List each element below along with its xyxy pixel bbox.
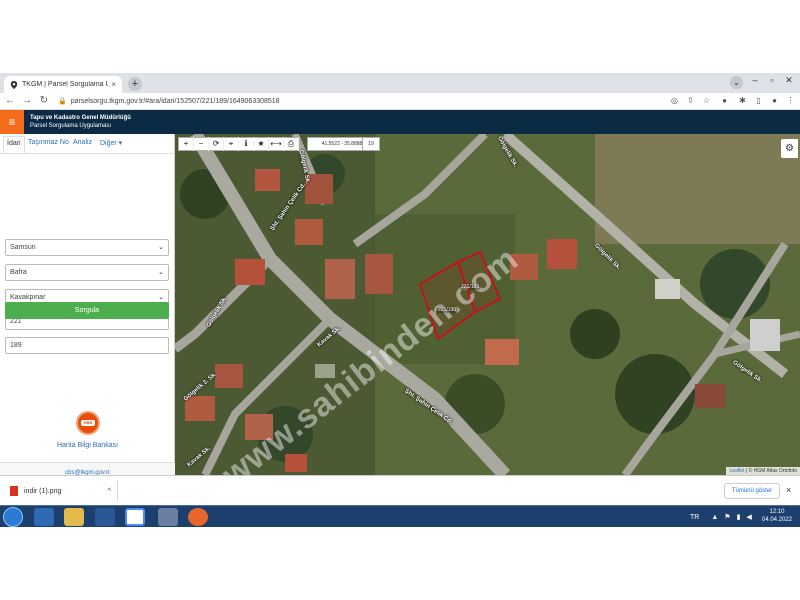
- chrome-menu-icon[interactable]: ⋮: [786, 96, 795, 105]
- attribution-text: | © HGM Atlas Ortofoto: [744, 468, 797, 474]
- print-icon[interactable]: ⎙: [284, 137, 299, 151]
- bookmark-star-icon[interactable]: ☆: [702, 96, 711, 105]
- hbb-logo-icon[interactable]: HBB: [76, 411, 100, 435]
- close-download-bar-icon[interactable]: ×: [786, 485, 791, 495]
- tab-close-icon[interactable]: ×: [111, 80, 116, 89]
- browser-tab-strip: TKGM | Parsel Sorgulama Uygula... × + ⌄ …: [0, 73, 800, 93]
- forward-icon[interactable]: →: [21, 95, 33, 106]
- zoom-out-icon[interactable]: −: [194, 137, 209, 151]
- reload-icon[interactable]: ↻: [38, 95, 50, 106]
- tab-tasinmaz-no[interactable]: Taşınmaz No: [28, 139, 69, 146]
- share-icon[interactable]: ⇪: [686, 96, 695, 105]
- province-value: Samsun: [10, 244, 36, 251]
- tab-idari[interactable]: İdari: [3, 136, 25, 153]
- flag-icon[interactable]: ⚑: [724, 513, 730, 521]
- query-button[interactable]: Sorgula: [5, 302, 169, 319]
- windows-taskbar: TR ▲ ⚑ ▮ ◀ 12:10 04.04.2022: [0, 505, 800, 527]
- parcel-label-221-190: 221/190: [437, 307, 458, 313]
- back-icon[interactable]: ←: [4, 95, 16, 106]
- system-tray: TR ▲ ⚑ ▮ ◀: [690, 506, 752, 527]
- word-icon[interactable]: [95, 508, 115, 526]
- url-text: parselsorgu.tkgm.gov.tr/#ara/idari/15250…: [70, 98, 280, 105]
- close-window-icon[interactable]: ✕: [782, 75, 796, 86]
- panel-tabs: İdari Taşınmaz No Analiz Diğer ▾: [0, 134, 175, 154]
- chevron-up-icon[interactable]: ^: [108, 488, 111, 495]
- battery-icon[interactable]: ▮: [737, 513, 741, 521]
- media-player-icon[interactable]: [158, 508, 178, 526]
- clock[interactable]: 12:10 04.04.2022: [760, 508, 794, 524]
- tab-analiz[interactable]: Analiz: [73, 139, 92, 146]
- start-button-icon[interactable]: [3, 507, 23, 527]
- gear-icon[interactable]: ⚙: [781, 139, 798, 158]
- download-bar: indir (1).png ^ Tümünü göster ×: [0, 475, 800, 505]
- location-pin-icon: [10, 80, 18, 89]
- chevron-down-icon: ⌄: [158, 269, 164, 276]
- province-select[interactable]: Samsun ⌄: [5, 239, 169, 256]
- measure-icon[interactable]: ⟷: [269, 137, 284, 151]
- download-item[interactable]: indir (1).png ^: [4, 480, 118, 502]
- locate-icon[interactable]: ⌖: [224, 137, 239, 151]
- file-icon: [10, 486, 18, 496]
- neighborhood-value: Kavakpınar: [10, 294, 46, 301]
- browser-tab[interactable]: TKGM | Parsel Sorgulama Uygula... ×: [4, 76, 122, 93]
- chrome-icon[interactable]: [125, 508, 145, 526]
- lock-icon: 🔒: [58, 98, 67, 105]
- google-lens-icon[interactable]: ◎: [670, 96, 679, 105]
- refresh-icon[interactable]: ⟳: [209, 137, 224, 151]
- puzzle-icon[interactable]: ✱: [738, 96, 747, 105]
- zoom-in-icon[interactable]: +: [179, 137, 194, 151]
- url-field[interactable]: 🔒 parselsorgu.tkgm.gov.tr/#ara/idari/1525…: [58, 94, 658, 109]
- block-value: 221: [10, 318, 22, 325]
- tray-arrow-icon[interactable]: ▲: [711, 514, 718, 521]
- chevron-down-icon: ⌄: [158, 244, 164, 251]
- header-title: Tapu ve Kadastro Genel Müdürlüğü Parsel …: [30, 114, 131, 130]
- info-icon[interactable]: ℹ: [239, 137, 254, 151]
- download-file-name: indir (1).png: [24, 487, 62, 495]
- tab-title: TKGM | Parsel Sorgulama Uygula...: [22, 81, 109, 88]
- star-icon[interactable]: ★: [254, 137, 269, 151]
- district-value: Bafra: [10, 269, 27, 276]
- tab-search-icon[interactable]: ⌄: [730, 76, 743, 89]
- new-tab-button[interactable]: +: [128, 77, 142, 91]
- map-attribution: Leaflet | © HGM Atlas Ortofoto: [726, 467, 800, 475]
- tab-diger[interactable]: Diğer ▾: [100, 139, 122, 147]
- volume-icon[interactable]: ◀: [746, 513, 751, 521]
- app-name: Parsel Sorgulama Uygulaması: [30, 123, 112, 129]
- hbb-logo-text: HBB: [81, 420, 95, 426]
- parcel-value: 189: [10, 342, 22, 349]
- show-all-button[interactable]: Tümünü göster: [724, 483, 780, 499]
- app-header: ≡ Tapu ve Kadastro Genel Müdürlüğü Parse…: [0, 110, 800, 134]
- clock-date: 04.04.2022: [761, 517, 793, 523]
- sidebar-icon[interactable]: ▯: [754, 96, 763, 105]
- org-name: Tapu ve Kadastro Genel Müdürlüğü: [30, 115, 131, 121]
- hbb-link[interactable]: Harita Bilgi Bankası: [0, 442, 175, 449]
- address-bar-row: ← → ↻ 🔒 parselsorgu.tkgm.gov.tr/#ara/idar…: [0, 93, 800, 110]
- internet-explorer-icon[interactable]: [34, 508, 54, 526]
- leaflet-link[interactable]: Leaflet: [729, 468, 744, 474]
- minimize-icon[interactable]: –: [748, 75, 762, 85]
- parcel-input[interactable]: 189: [5, 337, 169, 354]
- district-select[interactable]: Bafra ⌄: [5, 264, 169, 281]
- firefox-icon[interactable]: [188, 508, 208, 526]
- screenshot-area: TKGM | Parsel Sorgulama Uygula... × + ⌄ …: [0, 73, 800, 527]
- zoom-level: 19: [362, 137, 380, 151]
- parcel-label-221-189: 221/189: [460, 284, 481, 290]
- menu-icon[interactable]: ≡: [0, 110, 24, 134]
- extension-icon[interactable]: ●: [720, 96, 729, 105]
- maximize-icon[interactable]: ▫: [765, 75, 779, 85]
- profile-icon[interactable]: ●: [770, 96, 779, 105]
- language-indicator[interactable]: TR: [690, 514, 699, 521]
- file-explorer-icon[interactable]: [64, 508, 84, 526]
- map-toolbar: + − ⟳ ⌖ ℹ ★ ⟷ ⎙: [178, 137, 300, 151]
- clock-time: 12:10: [769, 509, 785, 515]
- map-view[interactable]: www.sahibinden.com Şht. Şahin Çelik Cd. …: [175, 134, 800, 475]
